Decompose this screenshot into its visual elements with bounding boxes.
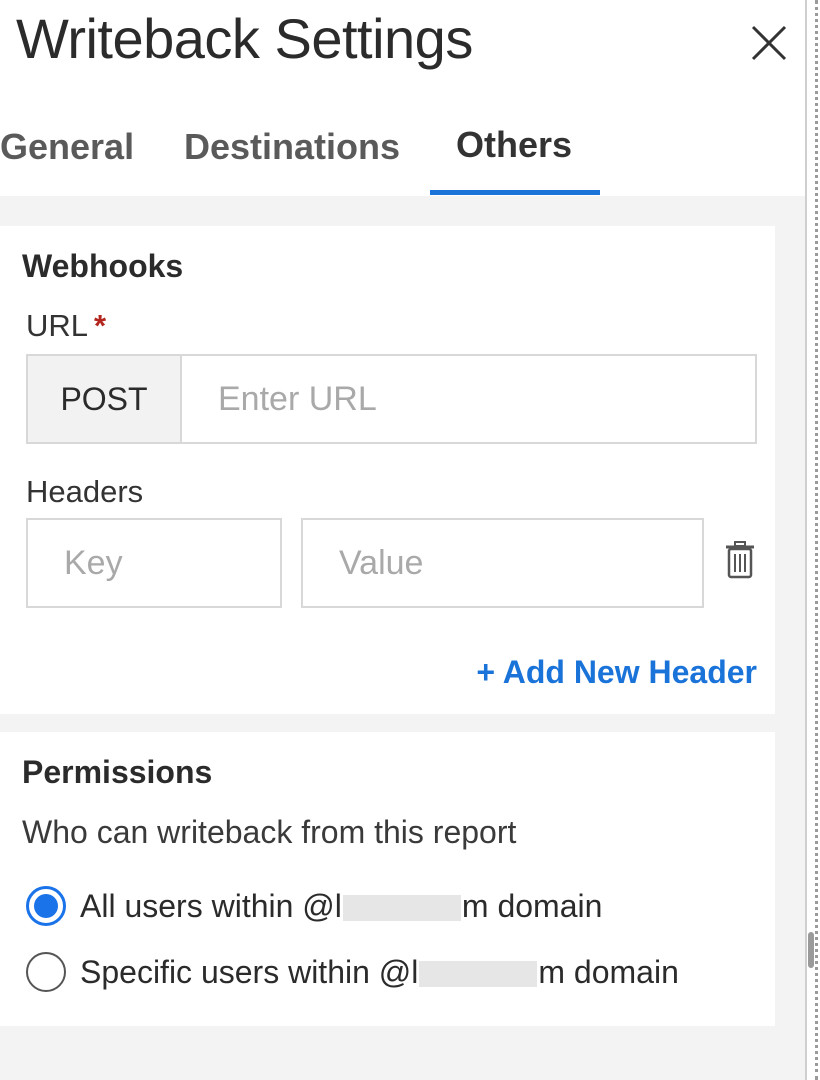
dialog-title: Writeback Settings	[16, 7, 473, 70]
tab-general[interactable]: General	[0, 126, 134, 168]
permission-option-specific-users[interactable]: Specific users within @l m domain	[26, 950, 679, 994]
headers-label: Headers	[26, 474, 144, 509]
http-method-select[interactable]: POST	[28, 356, 182, 442]
close-icon	[751, 25, 787, 61]
add-new-header-link[interactable]: + Add New Header	[476, 654, 757, 691]
active-tab-indicator	[430, 190, 600, 195]
permissions-card: Permissions Who can writeback from this …	[0, 732, 775, 1026]
trash-icon	[726, 541, 754, 579]
header-value-input[interactable]	[301, 518, 704, 608]
redacted-domain	[419, 961, 538, 988]
permissions-description: Who can writeback from this report	[22, 814, 517, 850]
panel-resize-border[interactable]	[815, 0, 818, 1080]
radio-all-users[interactable]	[26, 886, 66, 926]
option-text-suffix: m domain	[461, 887, 603, 924]
url-input[interactable]	[182, 356, 755, 442]
header-key-input[interactable]	[26, 518, 282, 608]
tab-others[interactable]: Others	[456, 124, 572, 166]
scrollbar-thumb[interactable]	[808, 932, 814, 968]
webhooks-card: Webhooks URL* POST Headers + Add New Hea…	[0, 226, 775, 714]
required-marker: *	[94, 308, 107, 343]
permission-option-all-users[interactable]: All users within @l m domain	[26, 884, 602, 928]
url-label-text: URL	[26, 308, 89, 343]
url-label: URL *	[26, 308, 106, 344]
tab-destinations[interactable]: Destinations	[184, 126, 400, 168]
radio-specific-users[interactable]	[26, 952, 66, 992]
close-button[interactable]	[748, 22, 790, 64]
dialog-header: Writeback Settings General Destinations …	[0, 0, 805, 196]
permissions-title: Permissions	[22, 754, 213, 790]
delete-header-button[interactable]	[724, 540, 756, 580]
option-text-prefix: All users within @l	[80, 887, 342, 924]
url-input-group: POST	[26, 354, 757, 444]
option-text-suffix: m domain	[538, 953, 679, 990]
webhooks-title: Webhooks	[22, 248, 184, 284]
radio-label-all-users: All users within @l m domain	[80, 888, 602, 925]
option-text-prefix: Specific users within @l	[80, 953, 419, 990]
redacted-domain	[342, 895, 461, 922]
radio-label-specific-users: Specific users within @l m domain	[80, 954, 679, 991]
tab-bar: General Destinations Others	[0, 120, 805, 196]
